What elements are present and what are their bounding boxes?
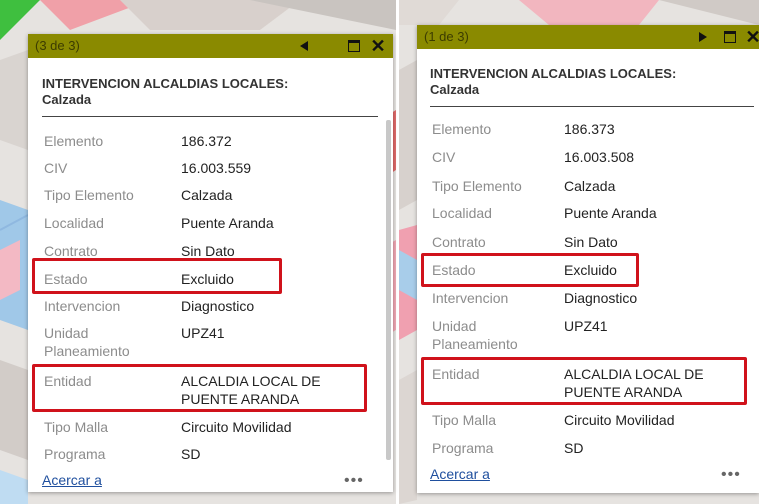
more-options-icon[interactable]: ••• [344,472,364,490]
popup-title: INTERVENCION ALCALDIAS LOCALES: Calzada [42,76,288,108]
close-icon: ✕ [370,36,386,56]
field-value: Sin Dato [564,234,618,250]
field-label: Tipo Malla [44,419,109,435]
field-label-line1: Unidad [432,318,477,334]
close-button[interactable]: ✕ [743,25,759,49]
next-feature-button[interactable] [695,25,711,49]
more-options-icon[interactable]: ••• [721,466,741,484]
field-value: Calzada [181,187,233,203]
field-label: Localidad [432,205,492,221]
field-value: Circuito Movilidad [564,412,675,428]
field-value: 186.372 [181,133,232,149]
scrollbar[interactable] [386,120,391,460]
field-label: Unidad Planeamiento [432,317,562,353]
field-label: Intervencion [432,290,509,306]
popup-title-line2: Calzada [430,82,480,97]
maximize-button[interactable] [722,25,738,49]
field-label: Tipo Elemento [44,187,134,203]
field-label: CIV [44,160,68,176]
highlight-entidad [421,357,747,405]
info-popup-right: (1 de 3) ✕ INTERVENCION ALCALDIAS LOCALE… [417,25,759,493]
field-value: 16.003.559 [181,160,252,176]
field-value: Puente Aranda [564,205,657,221]
info-popup-left: (3 de 3) ✕ INTERVENCION ALCALDIAS LOCALE… [28,34,393,492]
panel-divider [396,0,399,504]
popup-title-line1: INTERVENCION ALCALDIAS LOCALES: [42,76,289,91]
feature-counter: (3 de 3) [35,38,80,53]
popup-title-line2: Calzada [42,92,92,107]
maximize-icon [724,31,736,43]
field-label: Programa [44,446,106,462]
field-value: Diagnostico [564,290,638,306]
field-label-line2: Planeamiento [432,336,518,352]
arrow-left-icon [300,41,308,51]
maximize-icon [348,40,360,52]
field-value: UPZ41 [181,325,225,341]
field-label: Intervencion [44,298,121,314]
field-value: 186.373 [564,121,615,137]
field-label: Unidad Planeamiento [44,324,174,360]
maximize-button[interactable] [346,34,362,58]
field-value: UPZ41 [564,318,608,334]
popup-title-line1: INTERVENCION ALCALDIAS LOCALES: [430,66,677,81]
field-label: Elemento [44,133,104,149]
previous-feature-button[interactable] [296,34,312,58]
highlight-estado [421,253,639,287]
field-label: Elemento [432,121,492,137]
popup-titlebar: (1 de 3) ✕ [417,25,759,49]
highlight-entidad [32,364,367,412]
field-value: SD [181,446,201,462]
field-label-line2: Planeamiento [44,343,130,359]
close-icon: ✕ [745,27,759,47]
popup-title: INTERVENCION ALCALDIAS LOCALES: Calzada [430,66,676,98]
field-value: Puente Aranda [181,215,274,231]
title-divider [42,116,378,117]
arrow-right-icon [699,32,707,42]
popup-titlebar: (3 de 3) ✕ [28,34,393,58]
field-value: 16.003.508 [564,149,635,165]
field-value: SD [564,440,584,456]
field-value: Circuito Movilidad [181,419,292,435]
zoom-to-link[interactable]: Acercar a [42,472,102,488]
field-label: Contrato [432,234,486,250]
field-value: Calzada [564,178,616,194]
field-label-line1: Unidad [44,325,89,341]
field-label: Localidad [44,215,104,231]
highlight-estado [32,258,282,294]
feature-counter: (1 de 3) [424,29,469,44]
title-divider [430,106,754,107]
field-label: Tipo Elemento [432,178,522,194]
close-button[interactable]: ✕ [368,34,388,58]
field-label: Tipo Malla [432,412,497,428]
zoom-to-link[interactable]: Acercar a [430,466,490,482]
field-label: CIV [432,149,456,165]
field-value: Diagnostico [181,298,255,314]
field-label: Programa [432,440,494,456]
